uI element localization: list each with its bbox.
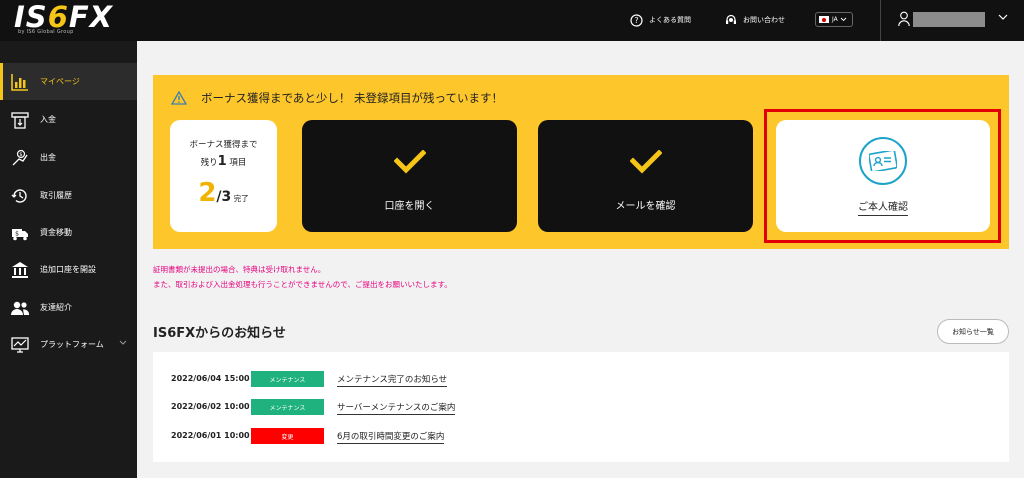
sidebar-item-add-account[interactable]: 追加口座を開設	[0, 251, 137, 288]
step-identity-verification-card[interactable]: ご本人確認	[776, 120, 990, 232]
sidebar-item-label: 取引履歴	[40, 191, 72, 200]
sidebar-item-platform[interactable]: プラットフォーム	[0, 326, 137, 363]
progress-fraction: 2/3 完了	[198, 178, 249, 208]
news-date: 2022/06/02 10:00	[171, 402, 250, 411]
sidebar-item-label: 追加口座を開設	[40, 265, 96, 274]
sidebar-item-label: 出金	[40, 153, 56, 162]
step-label: メールを確認	[615, 201, 676, 212]
remaining-count: 残り1 項目	[200, 154, 247, 169]
faq-link[interactable]: ? よくある質問	[630, 11, 691, 29]
contact-link[interactable]: お問い合わせ	[725, 11, 785, 29]
sidebar-item-withdraw[interactable]: $ 出金	[0, 139, 137, 176]
header-divider	[880, 0, 881, 41]
news-tag-badge: メンテナンス	[251, 371, 324, 387]
svg-text:$: $	[15, 230, 19, 237]
remaining-label: ボーナス獲得まで	[189, 140, 258, 150]
news-title-link[interactable]: サーバーメンテナンスのご案内	[337, 401, 456, 415]
svg-text:?: ?	[634, 16, 638, 25]
sidebar-item-history[interactable]: 取引履歴	[0, 177, 137, 214]
news-item: 2022/06/04 15:00 メンテナンス メンテナンス完了のお知らせ	[153, 371, 1009, 387]
news-item: 2022/06/02 10:00 メンテナンス サーバーメンテナンスのご案内	[153, 399, 1009, 415]
news-item: 2022/06/01 10:00 変更 6月の取引時間変更のご案内	[153, 428, 1009, 444]
news-tag-badge: メンテナンス	[251, 399, 324, 415]
news-tag-badge: 変更	[251, 428, 324, 444]
banner-title-text: ボーナス獲得まであと少し！ 未登録項目が残っています！	[201, 91, 503, 105]
news-list: 2022/06/04 15:00 メンテナンス メンテナンス完了のお知らせ 20…	[153, 352, 1009, 462]
news-date: 2022/06/01 10:00	[171, 431, 250, 440]
sidebar-item-referral[interactable]: 友達紹介	[0, 289, 137, 326]
top-bar: IS6FX by IS6 Global Group ? よくある質問 お問い合わ…	[0, 0, 1024, 41]
language-select[interactable]: JA	[815, 12, 853, 27]
banner-title: ボーナス獲得まであと少し！ 未登録項目が残っています！	[171, 90, 503, 106]
sidebar-item-deposit[interactable]: 入金	[0, 101, 137, 138]
chevron-down-icon[interactable]	[119, 340, 127, 346]
logo-subtitle: by IS6 Global Group	[18, 29, 74, 35]
sidebar-item-label: 資金移動	[40, 228, 72, 237]
user-icon[interactable]	[898, 11, 910, 27]
monitor-chart-icon	[10, 335, 30, 355]
headset-icon	[726, 14, 736, 24]
transfer-truck-icon: $	[10, 223, 30, 243]
sidebar-item-transfer[interactable]: $ 資金移動	[0, 214, 137, 251]
bank-icon	[10, 260, 30, 280]
step-label: ご本人確認	[776, 198, 990, 216]
japan-flag-icon	[819, 16, 829, 23]
deposit-icon	[10, 110, 30, 130]
faq-label: よくある質問	[649, 16, 691, 24]
notice-line-2: また、取引および入出金処理も行うことができませんので、ご提出をお願いいたします。	[153, 280, 452, 289]
step-open-account-card[interactable]: 口座を開く	[302, 120, 517, 232]
checkmark-icon	[630, 150, 662, 174]
chevron-down-icon[interactable]	[998, 14, 1008, 21]
step-label: 口座を開く	[384, 201, 435, 212]
sidebar-item-label: プラットフォーム	[40, 340, 104, 349]
question-icon: ?	[630, 13, 643, 27]
sidebar-item-label: 入金	[40, 115, 56, 124]
chevron-down-icon	[840, 17, 847, 22]
svg-text:$: $	[19, 152, 22, 158]
remaining-items-card: ボーナス獲得まで 残り1 項目 2/3 完了	[170, 120, 277, 232]
user-name-redacted[interactable]	[913, 12, 985, 27]
friends-icon	[10, 298, 30, 318]
news-title-link[interactable]: 6月の取引時間変更のご案内	[337, 430, 445, 444]
sidebar: マイページ 入金 $ 出金 取引履歴 $ 資金移動 追加口座を開設 友達紹介 プ…	[0, 41, 137, 478]
checkmark-icon	[394, 150, 426, 174]
sidebar-item-label: 友達紹介	[40, 303, 72, 312]
warning-icon	[171, 91, 187, 105]
logo[interactable]: IS6FX by IS6 Global Group	[14, 0, 112, 39]
id-card-icon	[859, 137, 907, 185]
news-title-link[interactable]: メンテナンス完了のお知らせ	[337, 373, 448, 387]
news-section-title: IS6FXからのお知らせ	[153, 326, 286, 341]
sidebar-item-label: マイページ	[40, 77, 80, 86]
sidebar-item-mypage[interactable]: マイページ	[0, 63, 137, 100]
contact-label: お問い合わせ	[743, 16, 785, 24]
notice-line-1: 証明書類が未提出の場合、特典は受け取れません。	[153, 265, 326, 274]
news-date: 2022/06/04 15:00	[171, 374, 250, 383]
step-verify-email-card[interactable]: メールを確認	[538, 120, 753, 232]
bar-chart-icon	[10, 72, 30, 92]
withdraw-icon: $	[10, 148, 30, 168]
history-icon	[10, 186, 30, 206]
news-list-button[interactable]: お知らせ一覧	[937, 319, 1009, 344]
language-label: JA	[832, 16, 838, 23]
